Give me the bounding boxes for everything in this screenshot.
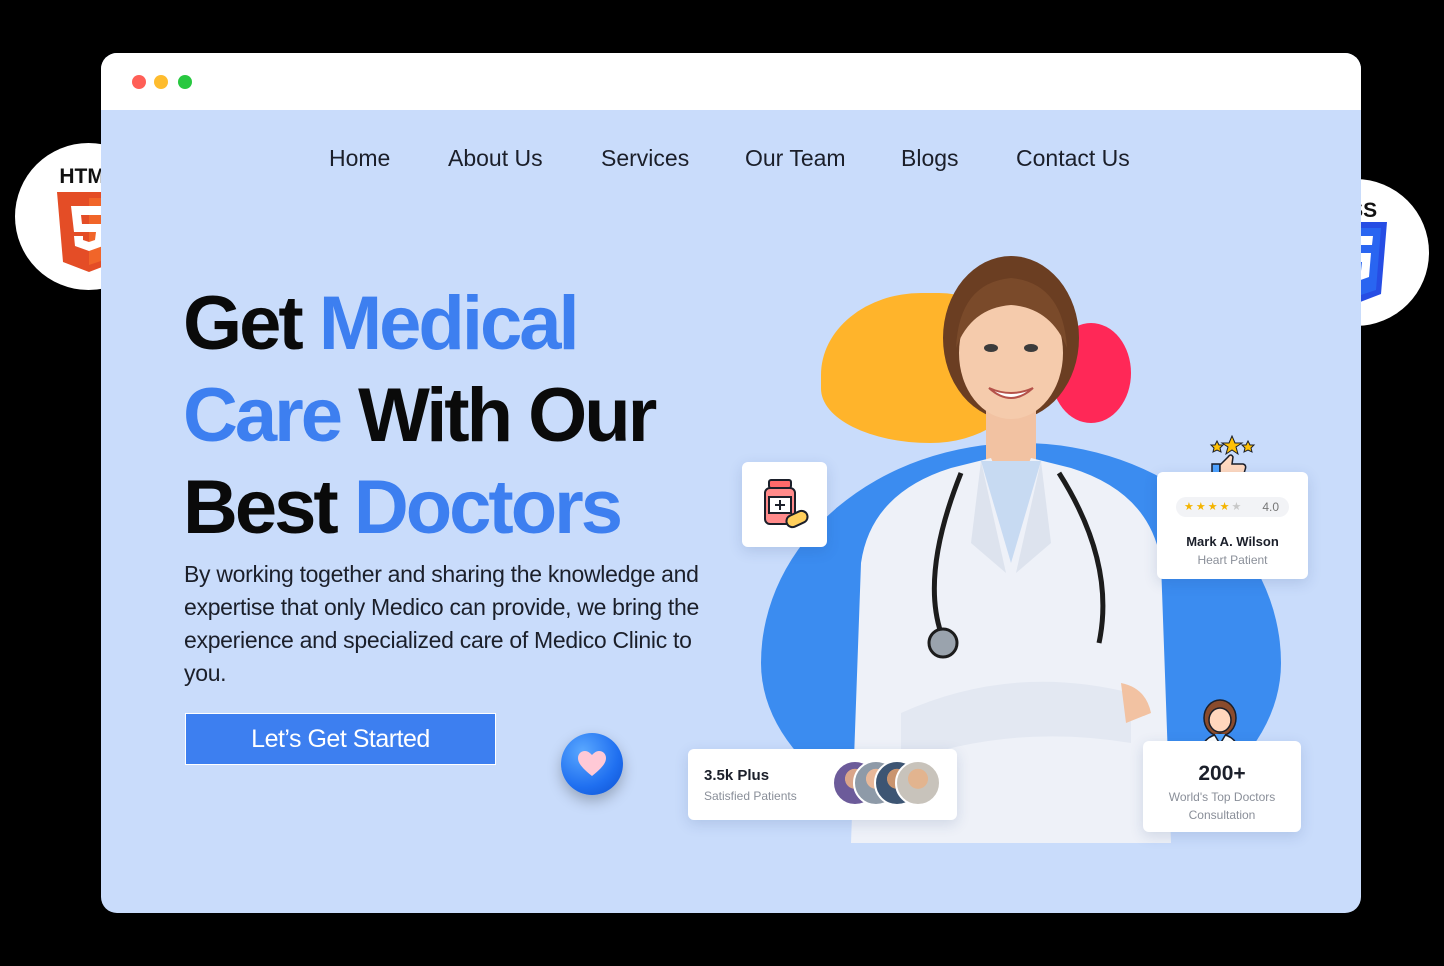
hero-title-word-best: Best xyxy=(183,465,339,550)
review-card: ★★★★★ 4.0 Mark A. Wilson Heart Patient xyxy=(1157,472,1308,579)
doctors-subtitle: World's Top Doctors Consultation xyxy=(1143,788,1301,824)
doctors-subtitle-line1: World's Top Doctors xyxy=(1168,790,1276,804)
top-doctors-card: 200+ World's Top Doctors Consultation xyxy=(1143,741,1301,832)
star-rating-icon: ★★★★★ xyxy=(1184,501,1244,513)
reviewer-subtitle: Heart Patient xyxy=(1197,553,1268,567)
hero-description: By working together and sharing the know… xyxy=(184,561,699,686)
heart-bubble-icon xyxy=(561,733,623,795)
doctors-count: 200+ xyxy=(1198,762,1246,785)
hero-title-word-care: Care xyxy=(183,373,343,458)
patient-avatar xyxy=(895,760,941,806)
nav-services[interactable]: Services xyxy=(601,145,689,172)
minimize-window-dot[interactable] xyxy=(154,75,168,89)
browser-window: Home About Us Services Our Team Blogs Co… xyxy=(101,53,1361,913)
satisfied-patients-card: 3.5k Plus Satisfied Patients xyxy=(688,749,957,820)
nav-home[interactable]: Home xyxy=(329,145,390,172)
hero-title: Get Medical Care With Our Best Doctors xyxy=(183,278,743,554)
hero-title-word-doctors: Doctors xyxy=(353,465,623,550)
reviewer-name: Mark A. Wilson xyxy=(1186,534,1279,549)
hero-title-word-get: Get xyxy=(183,281,304,366)
close-window-dot[interactable] xyxy=(132,75,146,89)
medicine-bottle-icon xyxy=(764,479,809,529)
rating-value: 4.0 xyxy=(1262,500,1279,514)
get-started-button[interactable]: Let’s Get Started xyxy=(185,713,496,765)
nav-our-team[interactable]: Our Team xyxy=(745,145,846,172)
maximize-window-dot[interactable] xyxy=(178,75,192,89)
hero-title-word-with-our: With Our xyxy=(358,373,657,458)
doctors-subtitle-line2: Consultation xyxy=(1188,808,1256,822)
nav-blogs[interactable]: Blogs xyxy=(901,145,959,172)
browser-titlebar xyxy=(101,53,1361,110)
nav-contact-us[interactable]: Contact Us xyxy=(1016,145,1130,172)
rating-pill: ★★★★★ 4.0 xyxy=(1176,497,1289,517)
nav-about-us[interactable]: About Us xyxy=(448,145,543,172)
patients-count: 3.5k Plus xyxy=(704,767,770,784)
patients-subtitle: Satisfied Patients xyxy=(704,789,797,803)
hero-title-word-medical: Medical xyxy=(318,281,580,366)
main-nav: Home About Us Services Our Team Blogs Co… xyxy=(101,145,1361,175)
medicine-card xyxy=(742,462,827,547)
